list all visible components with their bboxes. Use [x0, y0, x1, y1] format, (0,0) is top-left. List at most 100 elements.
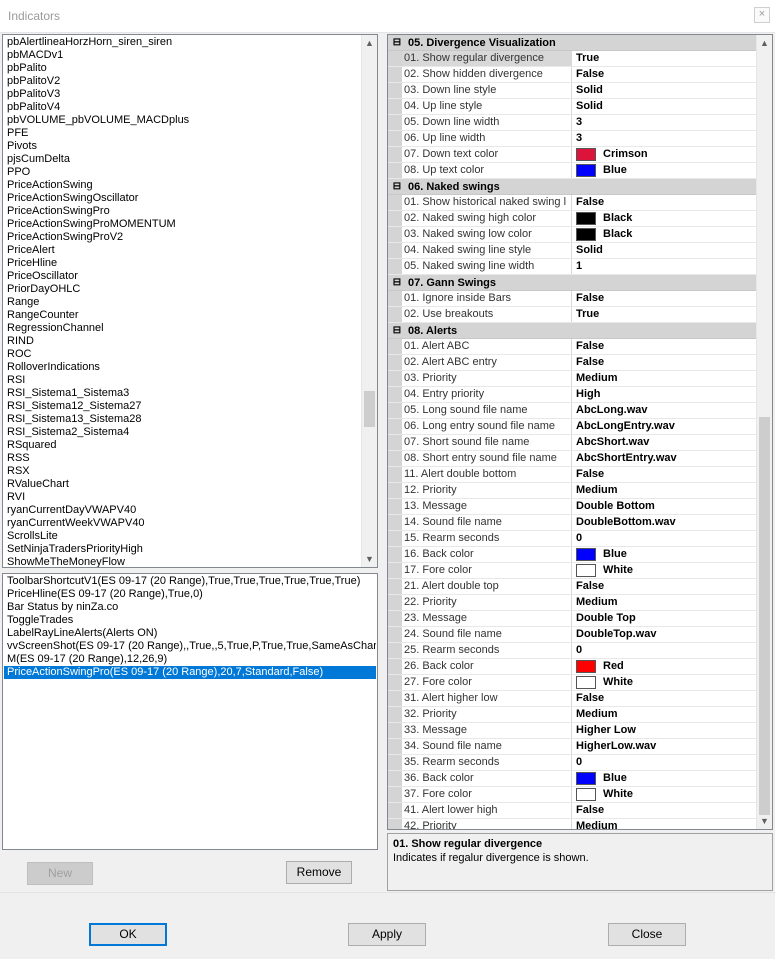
property-row[interactable]: 01. Alert ABC False — [388, 339, 757, 355]
applied-indicator-list[interactable]: ToolbarShortcutV1(ES 09-17 (20 Range),Tr… — [2, 573, 378, 850]
property-row[interactable]: 01. Ignore inside Bars False — [388, 291, 757, 307]
scroll-down-icon[interactable]: ▼ — [757, 813, 772, 829]
property-row[interactable]: 26. Back color Red — [388, 659, 757, 675]
property-row[interactable]: 05. Down line width 3 — [388, 115, 757, 131]
list-item[interactable]: Pivots — [4, 140, 362, 153]
property-value[interactable]: White — [572, 787, 757, 802]
list-item[interactable]: pbPalitoV4 — [4, 101, 362, 114]
property-row[interactable]: 06. Up line width 3 — [388, 131, 757, 147]
property-value[interactable]: False — [572, 291, 757, 306]
property-value[interactable]: Solid — [572, 83, 757, 98]
property-value[interactable]: AbcShortEntry.wav — [572, 451, 757, 466]
property-row[interactable]: 08. Up text color Blue — [388, 163, 757, 179]
list-item[interactable]: SetNinjaTradersPriorityHigh — [4, 543, 362, 556]
applied-list-item[interactable]: Bar Status by ninZa.co — [4, 601, 376, 614]
color-swatch[interactable] — [576, 228, 596, 241]
list-item[interactable]: PriceOscillator — [4, 270, 362, 283]
list-item[interactable]: RSI — [4, 374, 362, 387]
list-item[interactable]: PFE — [4, 127, 362, 140]
list-item[interactable]: PriceAlert — [4, 244, 362, 257]
property-row[interactable]: 07. Down text color Crimson — [388, 147, 757, 163]
property-value[interactable]: 0 — [572, 755, 757, 770]
list-item[interactable]: PriceActionSwingPro — [4, 205, 362, 218]
property-row[interactable]: 25. Rearm seconds 0 — [388, 643, 757, 659]
list-item[interactable]: RSS — [4, 452, 362, 465]
property-grid[interactable]: ⊟ 05. Divergence Visualization 01. Show re… — [387, 34, 773, 830]
collapse-icon[interactable]: ⊟ — [390, 37, 404, 48]
list-item[interactable]: pbAlertlineaHorzHorn_siren_siren — [4, 36, 362, 49]
category-header[interactable]: ⊟ 07. Gann Swings — [388, 275, 757, 291]
property-value[interactable]: White — [572, 675, 757, 690]
property-row[interactable]: 03. Priority Medium — [388, 371, 757, 387]
property-value[interactable]: False — [572, 691, 757, 706]
property-row[interactable]: 37. Fore color White — [388, 787, 757, 803]
property-row[interactable]: 24. Sound file name DoubleTop.wav — [388, 627, 757, 643]
applied-list-item[interactable]: PriceActionSwingPro(ES 09-17 (20 Range),… — [4, 666, 376, 679]
property-value[interactable]: 3 — [572, 131, 757, 146]
collapse-icon[interactable]: ⊟ — [390, 277, 404, 288]
list-item[interactable]: PriceActionSwingOscillator — [4, 192, 362, 205]
property-value[interactable]: White — [572, 563, 757, 578]
scroll-down-icon[interactable]: ▼ — [362, 551, 377, 567]
color-swatch[interactable] — [576, 772, 596, 785]
applied-list-item[interactable]: LabelRayLineAlerts(Alerts ON) — [4, 627, 376, 640]
property-value[interactable]: Medium — [572, 819, 757, 829]
property-value[interactable]: Crimson — [572, 147, 757, 162]
remove-button[interactable]: Remove — [286, 861, 352, 884]
indicator-list-scrollbar[interactable]: ▲ ▼ — [361, 35, 377, 567]
property-value[interactable]: Medium — [572, 371, 757, 386]
property-value[interactable]: Black — [572, 227, 757, 242]
property-row[interactable]: 16. Back color Blue — [388, 547, 757, 563]
new-button[interactable]: New — [27, 862, 93, 885]
color-swatch[interactable] — [576, 660, 596, 673]
color-swatch[interactable] — [576, 676, 596, 689]
property-row[interactable]: 04. Entry priority High — [388, 387, 757, 403]
property-row[interactable]: 41. Alert lower high False — [388, 803, 757, 819]
list-item[interactable]: ShowMeTheMoneyFlow — [4, 556, 362, 567]
scroll-up-icon[interactable]: ▲ — [757, 35, 772, 51]
list-item[interactable]: ryanCurrentWeekVWAPV40 — [4, 517, 362, 530]
property-value[interactable]: Blue — [572, 163, 757, 178]
close-icon[interactable]: × — [754, 7, 770, 23]
list-item[interactable]: ryanCurrentDayVWAPV40 — [4, 504, 362, 517]
property-value[interactable]: False — [572, 67, 757, 82]
property-row[interactable]: 05. Long sound file name AbcLong.wav — [388, 403, 757, 419]
property-grid-scrollbar[interactable]: ▲ ▼ — [756, 35, 772, 829]
list-item[interactable]: RValueChart — [4, 478, 362, 491]
ok-button[interactable]: OK — [89, 923, 167, 946]
property-value[interactable]: Medium — [572, 707, 757, 722]
list-item[interactable]: ScrollsLite — [4, 530, 362, 543]
property-row[interactable]: 02. Show hidden divergence False — [388, 67, 757, 83]
collapse-icon[interactable]: ⊟ — [390, 325, 404, 336]
property-value[interactable]: False — [572, 803, 757, 818]
property-row[interactable]: 02. Naked swing high color Black — [388, 211, 757, 227]
color-swatch[interactable] — [576, 212, 596, 225]
property-row[interactable]: 17. Fore color White — [388, 563, 757, 579]
list-item[interactable]: RSI_Sistema13_Sistema28 — [4, 413, 362, 426]
property-value[interactable]: False — [572, 467, 757, 482]
list-item[interactable]: Range — [4, 296, 362, 309]
applied-list-item[interactable]: ToolbarShortcutV1(ES 09-17 (20 Range),Tr… — [4, 575, 376, 588]
close-button[interactable]: Close — [608, 923, 686, 946]
property-row[interactable]: 11. Alert double bottom False — [388, 467, 757, 483]
scroll-thumb[interactable] — [759, 417, 770, 815]
property-row[interactable]: 04. Naked swing line style Solid — [388, 243, 757, 259]
list-item[interactable]: RSX — [4, 465, 362, 478]
property-value[interactable]: Medium — [572, 595, 757, 610]
property-value[interactable]: Higher Low — [572, 723, 757, 738]
property-value[interactable]: Blue — [572, 771, 757, 786]
property-value[interactable]: AbcLongEntry.wav — [572, 419, 757, 434]
property-row[interactable]: 22. Priority Medium — [388, 595, 757, 611]
property-value[interactable]: 1 — [572, 259, 757, 274]
list-item[interactable]: RangeCounter — [4, 309, 362, 322]
scroll-thumb[interactable] — [364, 391, 375, 427]
property-row[interactable]: 03. Naked swing low color Black — [388, 227, 757, 243]
property-row[interactable]: 01. Show regular divergence True — [388, 51, 757, 67]
list-item[interactable]: pjsCumDelta — [4, 153, 362, 166]
color-swatch[interactable] — [576, 788, 596, 801]
property-row[interactable]: 32. Priority Medium — [388, 707, 757, 723]
list-item[interactable]: RSI_Sistema12_Sistema27 — [4, 400, 362, 413]
property-row[interactable]: 14. Sound file name DoubleBottom.wav — [388, 515, 757, 531]
scroll-up-icon[interactable]: ▲ — [362, 35, 377, 51]
property-value[interactable]: Medium — [572, 483, 757, 498]
